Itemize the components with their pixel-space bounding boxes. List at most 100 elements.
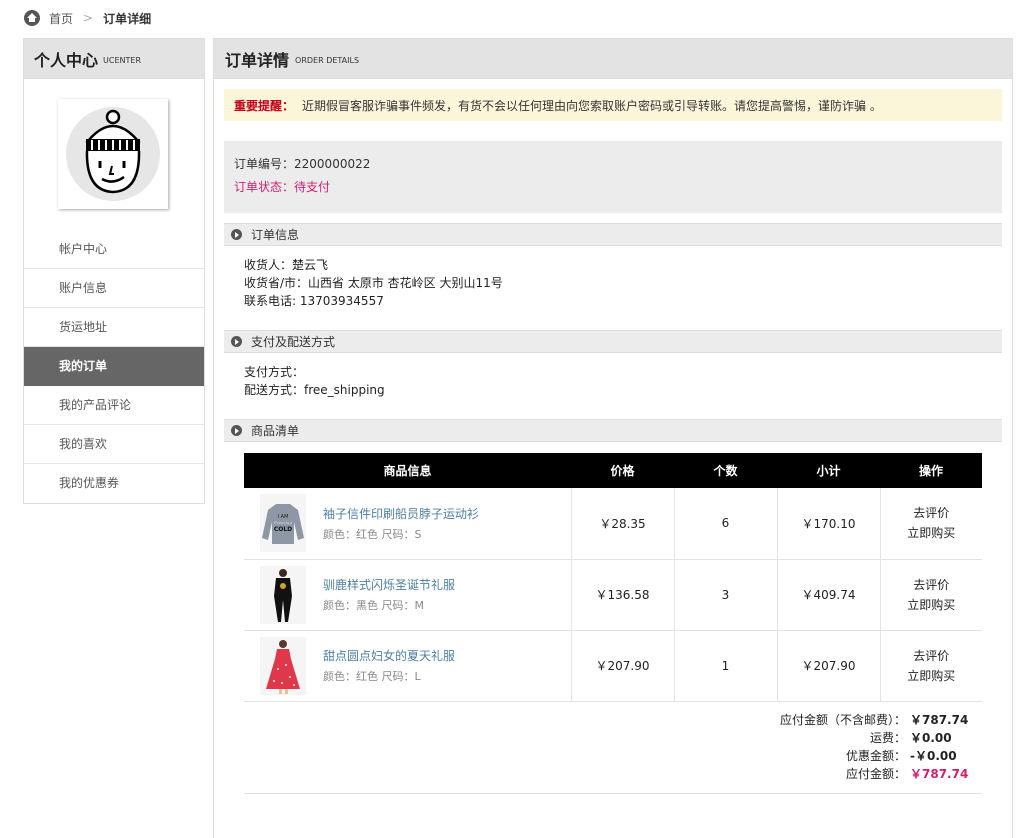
product-price: ￥207.90 xyxy=(570,630,674,702)
buy-now-link[interactable]: 立即购买 xyxy=(881,595,983,615)
order-number-label: 订单编号： xyxy=(234,157,295,171)
notice-text: 近期假冒客服诈骗事件频发，有货不会以任何理由向您索取账户密码或引导转账。请您提高… xyxy=(302,98,882,113)
security-notice: 重要提醒： 近期假冒客服诈骗事件频发，有货不会以任何理由向您索取账户密码或引导转… xyxy=(224,89,1002,121)
buy-now-link[interactable]: 立即购买 xyxy=(881,666,983,686)
sidebar-item-account-center[interactable]: 帐户中心 xyxy=(24,230,204,269)
sidebar-subtitle: UCENTER xyxy=(103,55,141,65)
goods-amount-value: ￥787.74 xyxy=(910,713,969,727)
header-quantity: 个数 xyxy=(674,453,777,488)
product-subtotal: ￥170.10 xyxy=(776,488,880,560)
product-cell: I AM Freezing COLD 袖子信件印刷船员脖子运动衫 颜色：红色 尺… xyxy=(244,488,571,560)
collapse-arrow-icon xyxy=(231,229,242,240)
product-name-link[interactable]: 甜点圆点妇女的夏天礼服 xyxy=(323,647,455,664)
product-operations: 去评价 立即购买 xyxy=(879,488,983,560)
sidebar-item-my-likes[interactable]: 我的喜欢 xyxy=(24,425,204,464)
product-name-link[interactable]: 驯鹿样式闪烁圣诞节礼服 xyxy=(323,576,455,593)
notice-label: 重要提醒： xyxy=(234,98,295,113)
product-quantity: 1 xyxy=(673,630,777,702)
consignee: 收货人：楚云飞 xyxy=(244,258,329,272)
goods-list-title: 商品清单 xyxy=(251,424,300,438)
shipping-fee-row: 运费： ￥0.00 xyxy=(244,729,982,747)
review-link[interactable]: 去评价 xyxy=(881,646,983,666)
product-subtotal: ￥207.90 xyxy=(776,630,880,702)
product-attributes: 颜色：红色 尺码：L xyxy=(323,670,421,683)
thumb-text-line-3: COLD xyxy=(274,526,292,533)
contact-phone: 联系电话: 13703934557 xyxy=(244,294,384,308)
product-price: ￥28.35 xyxy=(570,488,674,560)
order-status: 待支付 xyxy=(294,180,331,194)
header-subtotal: 小计 xyxy=(777,453,880,488)
divider xyxy=(244,793,982,794)
page-subtitle: ORDER DETAILS xyxy=(295,55,360,65)
sidebar-title: 个人中心 xyxy=(34,50,99,70)
review-link[interactable]: 去评价 xyxy=(881,503,983,523)
payment-shipping-header[interactable]: 支付及配送方式 xyxy=(224,330,1002,353)
goods-amount-label: 应付金额（不含邮费）： xyxy=(779,713,906,727)
collapse-arrow-icon xyxy=(231,425,242,436)
buy-now-link[interactable]: 立即购买 xyxy=(881,523,983,543)
order-number-row: 订单编号：2200000022 xyxy=(234,156,992,179)
review-link[interactable]: 去评价 xyxy=(881,575,983,595)
breadcrumb-current: 订单详细 xyxy=(103,11,152,26)
shipping-method: 配送方式：free_shipping xyxy=(244,383,385,397)
sidebar-menu: 帐户中心 账户信息 货运地址 我的订单 我的产品评论 我的喜欢 我的优惠券 xyxy=(24,230,204,503)
payable-amount-value: ￥787.74 xyxy=(910,767,969,781)
collapse-arrow-icon xyxy=(231,336,242,347)
header-operations: 操作 xyxy=(880,453,982,488)
discount-row: 优惠金额： -￥0.00 xyxy=(244,747,982,765)
payment-method: 支付方式： xyxy=(244,365,305,379)
sidebar-item-my-orders[interactable]: 我的订单 xyxy=(24,347,204,386)
payable-amount-label: 应付金额： xyxy=(845,767,906,781)
breadcrumb: 首页 > 订单详细 xyxy=(24,9,151,27)
header-price: 价格 xyxy=(571,453,674,488)
sidebar-item-shipping-address[interactable]: 货运地址 xyxy=(24,308,204,347)
product-thumbnail-red-dress[interactable] xyxy=(260,636,306,695)
breadcrumb-home-link[interactable]: 首页 xyxy=(49,10,73,27)
product-attributes: 颜色：黑色 尺码：M xyxy=(323,599,424,612)
order-number: 2200000022 xyxy=(294,157,371,171)
product-subtotal: ￥409.74 xyxy=(776,559,880,631)
table-row: 驯鹿样式闪烁圣诞节礼服 颜色：黑色 尺码：M ￥136.58 3 ￥409.74… xyxy=(244,559,983,631)
home-icon[interactable] xyxy=(24,10,40,26)
order-info-header[interactable]: 订单信息 xyxy=(224,223,1002,246)
product-cell: 甜点圆点妇女的夏天礼服 颜色：红色 尺码：L xyxy=(244,630,571,702)
goods-list-header[interactable]: 商品清单 xyxy=(224,419,1002,442)
payment-shipping-content: 支付方式： 配送方式：free_shipping xyxy=(244,363,385,399)
sidebar-header: 个人中心 UCENTER xyxy=(24,39,204,79)
thumb-text-line-2: Freezing xyxy=(273,520,292,525)
order-info-title: 订单信息 xyxy=(251,228,300,242)
payable-amount-row: 应付金额： ￥787.74 xyxy=(244,765,982,783)
product-name-link[interactable]: 袖子信件印刷船员脖子运动衫 xyxy=(323,505,479,522)
product-cell: 驯鹿样式闪烁圣诞节礼服 颜色：黑色 尺码：M xyxy=(244,559,571,631)
product-operations: 去评价 立即购买 xyxy=(879,559,983,631)
product-operations: 去评价 立即购买 xyxy=(879,630,983,702)
goods-table: 商品信息 价格 个数 小计 操作 I AM Freezing COLD 袖子信件… xyxy=(244,453,982,702)
product-thumbnail-black-dress[interactable] xyxy=(260,565,306,624)
avatar-face-icon xyxy=(66,107,160,201)
payment-shipping-title: 支付及配送方式 xyxy=(251,335,336,349)
table-row: 甜点圆点妇女的夏天礼服 颜色：红色 尺码：L ￥207.90 1 ￥207.90… xyxy=(244,630,983,702)
table-header-row: 商品信息 价格 个数 小计 操作 xyxy=(244,453,982,488)
page-title: 订单详情 xyxy=(225,50,290,70)
product-attributes: 颜色：红色 尺码：S xyxy=(323,527,422,541)
product-quantity: 6 xyxy=(673,488,777,560)
sidebar-item-my-coupons[interactable]: 我的优惠券 xyxy=(24,464,204,503)
order-summary-box: 订单编号：2200000022 订单状态：待支付 xyxy=(224,141,1002,213)
user-center-sidebar: 个人中心 UCENTER 帐户中心 账户信息 货运地址 我的订单 我的产品评论 … xyxy=(23,38,205,504)
discount-label: 优惠金额： xyxy=(845,749,906,763)
avatar[interactable] xyxy=(58,99,168,209)
order-totals: 应付金额（不含邮费）： ￥787.74 运费： ￥0.00 优惠金额： -￥0.… xyxy=(244,711,982,783)
shipping-address: 收货省/市：山西省 太原市 杏花岭区 大别山11号 xyxy=(244,276,503,290)
product-price: ￥136.58 xyxy=(570,559,674,631)
sidebar-item-account-info[interactable]: 账户信息 xyxy=(24,269,204,308)
product-thumbnail-sweatshirt[interactable]: I AM Freezing COLD xyxy=(260,494,306,553)
main-header: 订单详情 ORDER DETAILS xyxy=(214,39,1012,79)
discount-value: -￥0.00 xyxy=(910,749,957,763)
shipping-fee-label: 运费： xyxy=(869,731,906,745)
breadcrumb-separator: > xyxy=(83,11,94,25)
table-row: I AM Freezing COLD 袖子信件印刷船员脖子运动衫 颜色：红色 尺… xyxy=(244,488,983,560)
order-info-content: 收货人：楚云飞 收货省/市：山西省 太原市 杏花岭区 大别山11号 联系电话: … xyxy=(244,256,503,310)
product-quantity: 3 xyxy=(673,559,777,631)
header-product-info: 商品信息 xyxy=(244,453,571,488)
sidebar-item-my-reviews[interactable]: 我的产品评论 xyxy=(24,386,204,425)
